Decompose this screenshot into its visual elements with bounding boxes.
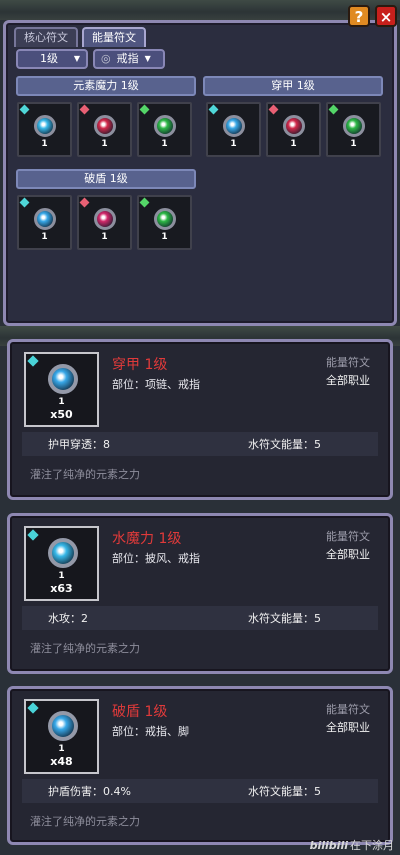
rune-group-header: 破盾 1级: [16, 169, 196, 189]
rune-level: 1: [41, 139, 48, 149]
rune-class: 全部职业: [326, 548, 370, 561]
level-dropdown-value: 1级: [40, 52, 58, 65]
rune-level: 1: [101, 232, 108, 242]
rune-energy: 水符文能量：5: [248, 438, 321, 451]
rune-slot[interactable]: 1: [77, 195, 132, 250]
rune-icon: [343, 115, 365, 137]
rune-icon: [94, 208, 116, 230]
rune-inventory-panel: 核心符文 能量符文 1级 ▼ ◎ 戒指 ▼ 元素魔力 1级 1 1 1 穿甲 1级 1 1 1…: [3, 20, 397, 326]
rune-count: x50: [50, 408, 73, 421]
rune-slots: 部位：披风、戒指: [112, 552, 200, 565]
element-gem-icon: [19, 197, 30, 208]
rune-count: x63: [50, 582, 73, 595]
rune-detail-card: 1 x48 破盾 1级部位：戒指、脚 能量符文全部职业护盾伤害：0.4% 水符文能量：5…: [7, 686, 393, 845]
rune-icon: [48, 364, 78, 394]
rune-icon: [154, 208, 176, 230]
rune-stats-bar: 水攻：2 水符文能量：5: [22, 606, 378, 630]
rune-type: 能量符文: [326, 356, 370, 369]
rune-slots: 部位：项链、戒指: [112, 378, 200, 391]
rune-icon-box[interactable]: 1 x48: [24, 699, 99, 774]
rune-level: 1: [161, 139, 168, 149]
rune-detail-card: 1 x63 水魔力 1级部位：披风、戒指 能量符文全部职业水攻：2 水符文能量：5 灌注了…: [7, 513, 393, 674]
rune-slot[interactable]: 1: [137, 195, 192, 250]
rune-detail-card: 1 x50 穿甲 1级部位：项链、戒指 能量符文全部职业护甲穿透：8 水符文能量：5 灌注…: [7, 339, 393, 500]
rune-flavor-text: 灌注了纯净的元素之力: [30, 468, 140, 481]
rune-type: 能量符文: [326, 703, 370, 716]
rune-flavor-text: 灌注了纯净的元素之力: [30, 815, 140, 828]
rune-level: 1: [101, 139, 108, 149]
rune-level: 1: [58, 744, 65, 754]
rune-class: 全部职业: [326, 721, 370, 734]
rune-slot[interactable]: 1: [326, 102, 381, 157]
rune-group-header: 穿甲 1级: [203, 76, 383, 96]
close-button[interactable]: ×: [375, 5, 397, 27]
rune-flavor-text: 灌注了纯净的元素之力: [30, 642, 140, 655]
rune-slot[interactable]: 1: [206, 102, 261, 157]
rune-level: 1: [350, 139, 357, 149]
slot-dropdown-value: 戒指: [116, 52, 139, 65]
element-gem-icon: [27, 355, 39, 367]
filter-bar: 1级 ▼ ◎ 戒指 ▼: [16, 49, 165, 69]
rune-icon: [34, 115, 56, 137]
element-gem-icon: [79, 197, 90, 208]
rune-stat: 水攻：2: [48, 612, 88, 625]
element-gem-icon: [139, 104, 150, 115]
rune-slot[interactable]: 1: [266, 102, 321, 157]
rune-icon: [283, 115, 305, 137]
element-gem-icon: [27, 529, 39, 541]
rune-level: 1: [58, 397, 65, 407]
tab-bar: 核心符文 能量符文: [14, 27, 146, 47]
watermark: bilibili 在下涂月: [310, 837, 394, 853]
rune-icon-box[interactable]: 1 x63: [24, 526, 99, 601]
chevron-down-icon: ▼: [73, 54, 80, 63]
rune-level: 1: [41, 232, 48, 242]
rune-slots: 部位：戒指、脚: [112, 725, 189, 738]
rune-title: 破盾 1级: [112, 704, 168, 720]
rune-title: 穿甲 1级: [112, 357, 168, 373]
rune-type: 能量符文: [326, 530, 370, 543]
chevron-down-icon: ▼: [144, 54, 151, 63]
rune-stats-bar: 护盾伤害：0.4% 水符文能量：5: [22, 779, 378, 803]
element-gem-icon: [208, 104, 219, 115]
rune-icon: [48, 538, 78, 568]
rune-level: 1: [161, 232, 168, 242]
rune-icon: [223, 115, 245, 137]
rune-stats-bar: 护甲穿透：8 水符文能量：5: [22, 432, 378, 456]
rune-stat: 护甲穿透：8: [48, 438, 110, 451]
rune-title: 水魔力 1级: [112, 531, 182, 547]
help-button[interactable]: ?: [348, 5, 370, 27]
rune-icon: [94, 115, 116, 137]
background-top: [0, 0, 400, 20]
element-gem-icon: [19, 104, 30, 115]
element-gem-icon: [328, 104, 339, 115]
watermark-author: 在下涂月: [350, 839, 394, 852]
rune-energy: 水符文能量：5: [248, 612, 321, 625]
level-dropdown[interactable]: 1级 ▼: [16, 49, 88, 69]
element-gem-icon: [27, 702, 39, 714]
rune-slot[interactable]: 1: [137, 102, 192, 157]
tab-energy-runes[interactable]: 能量符文: [82, 27, 146, 47]
rune-count: x48: [50, 755, 73, 768]
tab-core-runes[interactable]: 核心符文: [14, 27, 78, 47]
rune-class: 全部职业: [326, 374, 370, 387]
rune-group-header: 元素魔力 1级: [16, 76, 196, 96]
rune-icon-box[interactable]: 1 x50: [24, 352, 99, 427]
rune-icon: [34, 208, 56, 230]
rune-energy: 水符文能量：5: [248, 785, 321, 798]
ring-icon: ◎: [101, 52, 111, 65]
rune-slot[interactable]: 1: [17, 102, 72, 157]
rune-slot[interactable]: 1: [77, 102, 132, 157]
element-gem-icon: [139, 197, 150, 208]
element-gem-icon: [268, 104, 279, 115]
rune-icon: [154, 115, 176, 137]
element-gem-icon: [79, 104, 90, 115]
slot-dropdown[interactable]: ◎ 戒指 ▼: [93, 49, 165, 69]
rune-stat: 护盾伤害：0.4%: [48, 785, 131, 798]
rune-level: 1: [290, 139, 297, 149]
bilibili-logo: bilibili: [309, 839, 348, 852]
rune-slot[interactable]: 1: [17, 195, 72, 250]
rune-level: 1: [58, 571, 65, 581]
rune-icon: [48, 711, 78, 741]
rune-level: 1: [230, 139, 237, 149]
